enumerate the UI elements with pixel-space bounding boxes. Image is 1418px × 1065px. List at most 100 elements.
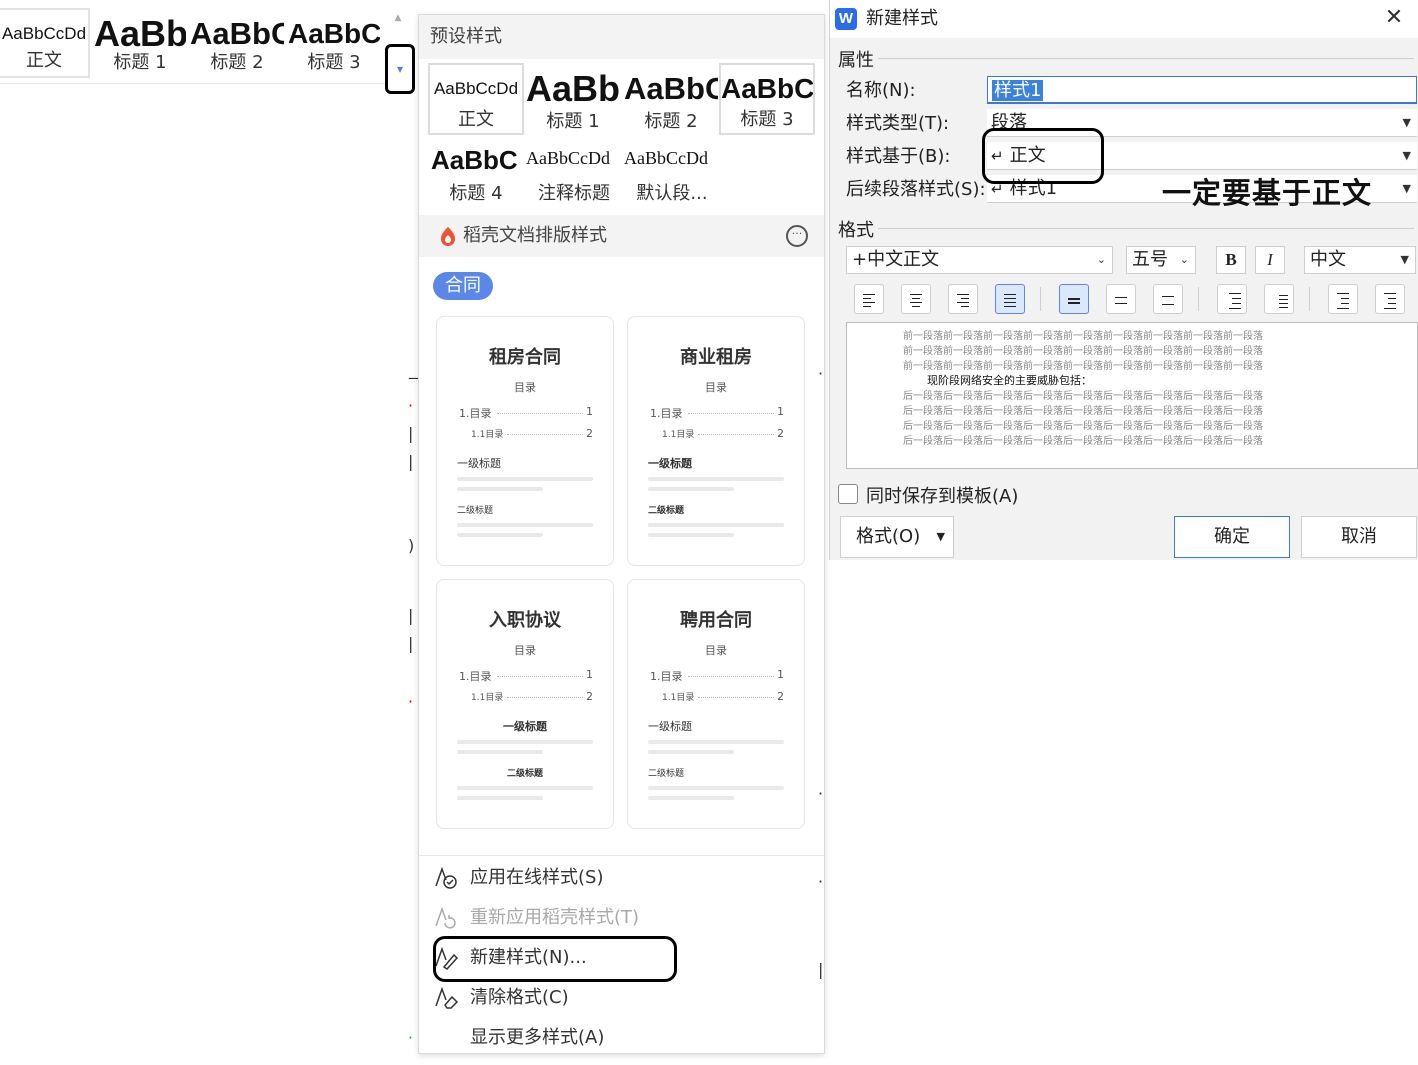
preset-style-body[interactable]: AaBbCcDd 正文: [428, 63, 524, 135]
reapply-style-icon: [435, 906, 456, 929]
align-justify-button[interactable]: [995, 284, 1025, 314]
style-name-input[interactable]: 样式1: [987, 76, 1417, 104]
menu-label: 清除格式(C): [470, 987, 569, 1008]
toc-row: 1.目录: [459, 407, 492, 420]
align-center-button[interactable]: [901, 284, 931, 314]
toc-page: 1: [586, 405, 593, 418]
dropdown-arrow-icon: ▼: [936, 530, 945, 543]
template-card-rental-contract[interactable]: 租房合同 目录 1.目录 1 1.1目录 2 一级标题 二级标题: [436, 316, 614, 566]
font-value: +中文正文: [852, 249, 940, 270]
tag-contract[interactable]: 合同: [433, 272, 493, 300]
menu-show-more-styles[interactable]: 显示更多样式(A): [419, 1018, 824, 1053]
gallery-more-button[interactable]: ▾: [385, 44, 415, 94]
style-label: 标题 3: [740, 109, 794, 130]
style-sample: AaBbCcDd: [624, 148, 708, 168]
heading2-sample: 二级标题: [648, 769, 685, 779]
style-label: 注释标题: [538, 183, 610, 204]
line-spacing-single-button[interactable]: [1059, 284, 1089, 314]
decrease-indent-button[interactable]: [1328, 284, 1358, 314]
align-left-button[interactable]: [854, 284, 884, 314]
ribbon-style-heading2[interactable]: AaBbC 标题 2: [190, 8, 284, 78]
format-menu-button[interactable]: 格式(O) ▼: [840, 516, 954, 558]
toc-page: 2: [777, 690, 784, 703]
dropdown-arrow-icon: ▼: [1402, 182, 1411, 195]
font-select[interactable]: +中文正文 ⌄: [846, 246, 1113, 274]
preset-style-heading4[interactable]: AaBbC 标题 4: [428, 139, 524, 207]
preview-next-paragraph: 后一段落后一段落后一段落后一段落后一段落后一段落后一段落后一段落后一段落: [903, 391, 1263, 402]
daoke-section-label: 稻壳文档排版样式: [463, 225, 607, 246]
increase-paragraph-spacing-button[interactable]: [1217, 284, 1247, 314]
line-spacing-1-5-button[interactable]: [1106, 284, 1136, 314]
new-style-dialog: W 新建样式 ✕ 属性 名称(N): 样式1 样式类型(T): 段落 ▼ 样式基…: [829, 0, 1418, 560]
toc-row: 1.1目录: [471, 430, 504, 440]
save-to-template-label: 同时保存到模板(A): [866, 486, 1019, 507]
toc-row: 1.1目录: [471, 693, 504, 703]
close-icon[interactable]: ✕: [1380, 4, 1408, 32]
decrease-paragraph-spacing-button[interactable]: [1264, 284, 1294, 314]
language-select[interactable]: 中文 ▼: [1304, 246, 1416, 274]
comment-icon[interactable]: ···: [786, 225, 808, 247]
style-sample: AaBbC: [624, 71, 718, 106]
style-sample: AaBb: [526, 69, 620, 109]
bold-button[interactable]: B: [1216, 246, 1246, 274]
cancel-button[interactable]: 取消: [1301, 516, 1417, 558]
ok-button[interactable]: 确定: [1174, 516, 1290, 558]
increase-indent-button[interactable]: [1375, 284, 1405, 314]
font-size-value: 五号: [1132, 249, 1168, 270]
template-title: 租房合同: [489, 347, 561, 368]
style-gallery-ribbon: AaBbCcDd 正文 AaBb 标题 1 AaBbC 标题 2 AaBbCc …: [0, 0, 415, 94]
toc-page: 2: [586, 427, 593, 440]
toc-page: 1: [777, 668, 784, 681]
menu-label: 应用在线样式(S): [470, 867, 604, 888]
menu-label: 重新应用稻壳样式(T): [470, 907, 640, 928]
menu-apply-online-style[interactable]: 应用在线样式(S): [419, 858, 824, 898]
heading1-sample: 一级标题: [457, 457, 501, 470]
heading1-sample: 一级标题: [648, 457, 692, 470]
align-right-button[interactable]: [948, 284, 978, 314]
preset-style-heading2[interactable]: AaBbC 标题 2: [624, 65, 718, 135]
preset-style-heading1[interactable]: AaBb 标题 1: [526, 65, 620, 135]
ribbon-style-heading3[interactable]: AaBbCc 标题 3: [288, 8, 380, 78]
template-card-employment-contract[interactable]: 聘用合同 目录 1.目录 1 1.1目录 2 一级标题 二级标题: [627, 579, 805, 829]
line-spacing-double-button[interactable]: [1153, 284, 1183, 314]
toc-row: 1.1目录: [662, 430, 695, 440]
ribbon-style-body[interactable]: AaBbCcDd 正文: [0, 8, 90, 78]
style-label: 正文: [26, 50, 62, 71]
style-sample: AaBbCcDd: [1, 24, 87, 43]
preview-next-paragraph: 后一段落后一段落后一段落后一段落后一段落后一段落后一段落后一段落后一段落: [903, 406, 1263, 417]
preview-previous-paragraph: 前一段落前一段落前一段落前一段落前一段落前一段落前一段落前一段落前一段落: [903, 331, 1263, 342]
save-to-template-checkbox[interactable]: [838, 484, 858, 504]
preset-style-heading3[interactable]: AaBbC 标题 3: [719, 63, 815, 135]
ribbon-style-heading1[interactable]: AaBb 标题 1: [94, 8, 186, 78]
style-sample: AaBbC: [721, 73, 813, 104]
daoke-style-section: 稻壳文档排版样式 ···: [419, 215, 824, 257]
toc-row: 1.1目录: [662, 693, 695, 703]
expand-more-icon: ▾: [396, 62, 404, 76]
preset-style-default-paragraph[interactable]: AaBbCcDd 默认段...: [624, 139, 720, 207]
style-label: 正文: [458, 109, 494, 130]
template-card-onboarding-agreement[interactable]: 入职协议 目录 1.目录 1 1.1目录 2 一级标题 二级标题: [436, 579, 614, 829]
style-sample: AaBbCcDd: [526, 148, 610, 168]
italic-button[interactable]: I: [1255, 246, 1285, 274]
toc-row: 1.目录: [650, 670, 683, 683]
daoke-logo-icon: [441, 227, 455, 246]
heading2-sample: 二级标题: [457, 506, 494, 516]
preset-style-annotation-title[interactable]: AaBbCcDd 注释标题: [526, 139, 622, 207]
template-title: 聘用合同: [680, 610, 752, 631]
preview-next-paragraph: 后一段落后一段落后一段落后一段落后一段落后一段落后一段落后一段落后一段落: [903, 421, 1263, 432]
menu-reapply-daoke-style[interactable]: 重新应用稻壳样式(T): [419, 898, 824, 938]
name-label: 名称(N):: [846, 80, 916, 101]
online-style-icon: [435, 866, 457, 889]
chevron-up-icon[interactable]: ▲: [388, 8, 408, 28]
heading2-sample: 二级标题: [648, 506, 685, 516]
style-actions-menu: 应用在线样式(S) 重新应用稻壳样式(T) 新建样式(N)... 清除格式(C): [419, 855, 824, 1053]
language-value: 中文: [1310, 249, 1346, 270]
style-name-value: 样式1: [992, 80, 1044, 101]
preview-previous-paragraph: 前一段落前一段落前一段落前一段落前一段落前一段落前一段落前一段落前一段落: [903, 346, 1263, 357]
font-size-select[interactable]: 五号 ⌄: [1126, 246, 1196, 274]
chevron-down-icon: ⌄: [1179, 253, 1189, 266]
preview-next-paragraph: 后一段落后一段落后一段落后一段落后一段落后一段落后一段落后一段落后一段落: [903, 436, 1263, 447]
template-card-commercial-lease[interactable]: 商业租房 目录 1.目录 1 1.1目录 2 一级标题 二级标题: [627, 316, 805, 566]
menu-clear-format[interactable]: 清除格式(C): [419, 978, 824, 1018]
toc-page: 1: [586, 668, 593, 681]
